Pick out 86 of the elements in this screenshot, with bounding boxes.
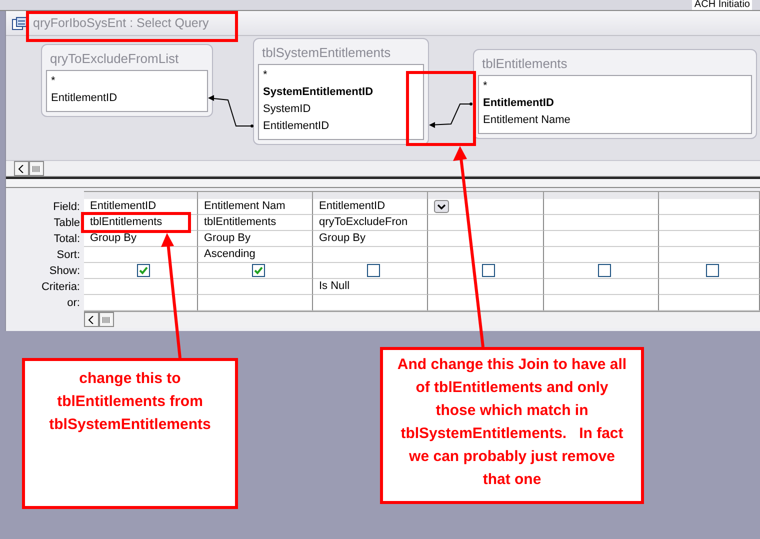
grid-cell[interactable]	[198, 295, 313, 311]
grid-cell[interactable]: Group By	[198, 231, 313, 247]
column-selector[interactable]	[659, 191, 760, 199]
grid-cell[interactable]	[659, 231, 760, 247]
column-selector[interactable]	[198, 191, 313, 199]
join-line	[206, 92, 254, 127]
background-window-text: ACH Initiatio	[692, 0, 752, 10]
grid-cell[interactable]	[544, 279, 659, 295]
field-name[interactable]: EntitlementID	[479, 95, 751, 112]
grid-cell[interactable]	[313, 295, 428, 311]
row-label: Sort:	[56, 248, 81, 263]
row-label: Field:	[52, 200, 81, 215]
table-field-list[interactable]: tblSystemEntitlements * SystemEntitlementID SystemID EntitlementID	[253, 38, 429, 145]
grid-cell[interactable]	[544, 247, 659, 263]
grid-cell[interactable]	[84, 295, 198, 311]
column-selector[interactable]	[313, 191, 428, 199]
grid-cell[interactable]	[659, 263, 760, 279]
checkbox[interactable]	[706, 264, 718, 277]
field-name[interactable]: Entitlement Name	[479, 112, 751, 129]
row-label: Show:	[48, 264, 81, 279]
dropdown-icon[interactable]	[434, 200, 449, 213]
row-label: Total:	[52, 232, 81, 247]
grid-cell[interactable]	[84, 263, 198, 279]
grid-cell[interactable]: qryToExcludeFron	[313, 215, 428, 231]
grid-cell[interactable]	[428, 199, 544, 215]
grid-cell[interactable]	[544, 295, 659, 311]
grid-cell[interactable]	[544, 231, 659, 247]
scroll-thumb-icon[interactable]	[32, 164, 41, 172]
grid-cell[interactable]	[544, 199, 659, 215]
grid-cell[interactable]: Ascending	[198, 247, 313, 263]
callout-note: And change this Join to have all of tblEntitlements and only those which match in tblSystemEntitlements. In fact we can probably just remove that one	[380, 347, 644, 504]
grid-cell[interactable]	[659, 199, 760, 215]
field-name[interactable]: EntitlementID	[47, 90, 207, 107]
grid-cell[interactable]: Entitlement Nam	[198, 199, 313, 215]
checked-checkbox[interactable]	[137, 264, 150, 277]
callout-note: change this to tblEntitlements from tblSystemEntitlements	[22, 358, 238, 509]
grid-cell[interactable]: tblEntitlements	[198, 215, 313, 231]
field-name[interactable]: SystemEntitlementID	[259, 84, 423, 101]
row-label: or:	[66, 296, 81, 311]
grid-cell[interactable]: EntitlementID	[313, 199, 428, 215]
checkbox[interactable]	[598, 264, 610, 277]
checkbox[interactable]	[482, 264, 495, 277]
grid-cell[interactable]	[659, 279, 760, 295]
grid-cell[interactable]	[428, 247, 544, 263]
grid-cell[interactable]	[313, 247, 428, 263]
horizontal-scrollbar[interactable]	[6, 160, 760, 176]
field-name[interactable]: *	[259, 67, 423, 84]
checkbox[interactable]	[366, 264, 380, 277]
grid-cell[interactable]	[659, 247, 760, 263]
window-title: qryForIboSysEnt : Select Query	[33, 16, 209, 30]
table-field-list[interactable]: tblEntitlements * EntitlementID Entitlement Name	[473, 49, 757, 139]
grid-cell[interactable]	[198, 279, 313, 295]
table-title: qryToExcludeFromList	[49, 50, 180, 68]
grid-cell[interactable]	[659, 295, 760, 311]
field-name[interactable]: *	[479, 78, 751, 95]
grid-cell[interactable]	[198, 263, 313, 279]
grid-cell[interactable]	[84, 279, 198, 295]
column-selector[interactable]	[84, 191, 198, 199]
query-icon	[12, 16, 27, 30]
column-selector[interactable]	[544, 191, 659, 199]
table-field-list[interactable]: qryToExcludeFromList * EntitlementID	[41, 44, 213, 117]
grid-cell[interactable]: tblEntitlements	[84, 215, 198, 231]
grid-cell[interactable]	[428, 279, 544, 295]
pane-splitter[interactable]	[6, 177, 760, 188]
grid-cell[interactable]	[428, 295, 544, 311]
grid-cell[interactable]	[544, 263, 659, 279]
grid-cell[interactable]	[659, 215, 760, 231]
grid-cell[interactable]	[428, 215, 544, 231]
grid-cell[interactable]	[428, 263, 544, 279]
grid-cell[interactable]	[544, 215, 659, 231]
join-line	[427, 102, 473, 127]
field-name[interactable]: *	[47, 73, 207, 90]
row-label: Criteria:	[40, 280, 81, 295]
grid-cell[interactable]: Is Null	[313, 279, 428, 295]
row-label: Table	[52, 216, 81, 231]
grid-cell[interactable]	[84, 247, 198, 263]
grid-cell[interactable]	[428, 231, 544, 247]
field-name[interactable]: EntitlementID	[259, 118, 423, 135]
table-title: tblSystemEntitlements	[261, 44, 392, 62]
grid-cell[interactable]	[313, 263, 428, 279]
scroll-thumb-icon[interactable]	[102, 316, 111, 324]
grid-cell[interactable]: Group By	[313, 231, 428, 247]
table-title: tblEntitlements	[481, 55, 568, 73]
horizontal-scrollbar[interactable]	[84, 311, 760, 328]
checked-checkbox[interactable]	[252, 264, 264, 277]
field-name[interactable]: SystemID	[259, 101, 423, 118]
